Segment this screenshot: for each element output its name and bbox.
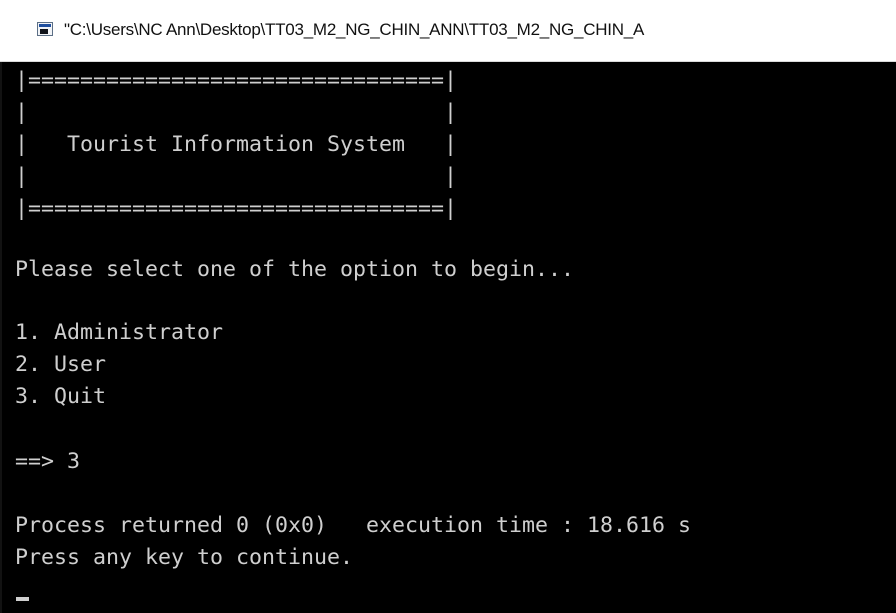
console-user-input: ==> 3 [15, 449, 81, 474]
console-process-result: Process returned 0 (0x0) execution time … [15, 513, 692, 538]
console-line-system-title: | Tourist Information System | [15, 132, 458, 157]
console-line-border-empty: | | [15, 164, 458, 189]
console-window[interactable]: "C:\Users\NC Ann\Desktop\TT03_M2_NG_CHIN… [0, 0, 896, 613]
window-title: "C:\Users\NC Ann\Desktop\TT03_M2_NG_CHIN… [64, 20, 645, 39]
console-continue-prompt: Press any key to continue. [15, 545, 354, 570]
console-line-border-bottom: |================================| [15, 196, 458, 221]
console-left-edge [0, 62, 2, 613]
console-line-border-top: |================================| [15, 68, 458, 93]
text-cursor [16, 597, 29, 601]
console-menu-item-administrator: 1. Administrator [15, 320, 224, 345]
console-output-area[interactable]: |================================| | | |… [0, 62, 896, 613]
window-title-bar[interactable]: "C:\Users\NC Ann\Desktop\TT03_M2_NG_CHIN… [0, 0, 896, 62]
console-app-icon [37, 22, 53, 36]
console-menu-item-user: 2. User [15, 352, 107, 377]
console-line-border-empty: | | [15, 100, 458, 125]
console-menu-item-quit: 3. Quit [15, 384, 107, 409]
console-line-prompt: Please select one of the option to begin… [15, 257, 575, 282]
